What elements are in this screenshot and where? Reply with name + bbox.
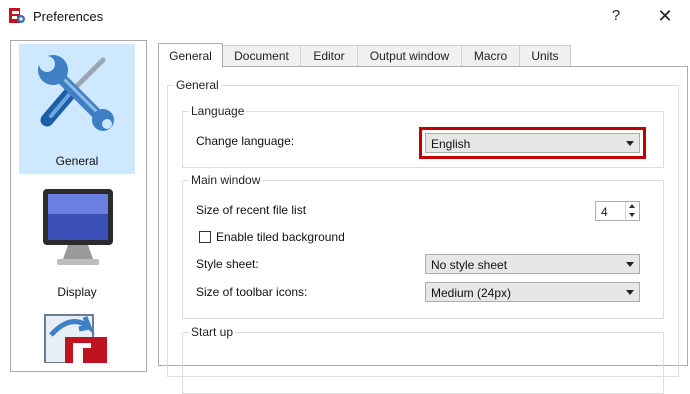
recent-file-list-value: 4	[601, 205, 608, 219]
toolbar-icons-size-select[interactable]: Medium (24px)	[425, 282, 640, 302]
recent-file-list-label: Size of recent file list	[196, 203, 307, 217]
toolbar-icons-size-label: Size of toolbar icons:	[196, 285, 308, 299]
tab-general[interactable]: General	[158, 43, 223, 68]
sidebar-item-label: General	[55, 154, 99, 168]
general-group-title: General	[174, 78, 221, 92]
help-button[interactable]: ?	[604, 4, 628, 28]
tab-output-window[interactable]: Output window	[357, 45, 462, 66]
spin-buttons[interactable]	[625, 202, 639, 220]
chevron-down-icon	[626, 262, 634, 267]
tab-editor[interactable]: Editor	[300, 45, 358, 66]
tools-icon	[38, 55, 114, 131]
tiled-background-checkbox[interactable]	[199, 231, 211, 243]
general-group: General Language Change language: Englis…	[167, 78, 679, 394]
startup-group: Start up	[182, 325, 664, 394]
general-tab-panel: General Language Change language: Englis…	[158, 66, 688, 394]
spin-up-icon[interactable]	[629, 204, 635, 208]
main-window-group-title: Main window	[189, 173, 263, 187]
sidebar-item-label: Display	[57, 285, 97, 299]
recent-file-list-spinbox[interactable]: 4	[595, 201, 640, 221]
tab-document[interactable]: Document	[222, 45, 301, 66]
startup-group-title: Start up	[189, 325, 236, 339]
monitor-icon	[43, 189, 113, 265]
style-sheet-value: No style sheet	[431, 258, 508, 272]
spin-down-icon[interactable]	[629, 213, 635, 217]
sidebar-item-import-export[interactable]	[19, 313, 135, 371]
chevron-down-icon	[626, 290, 634, 295]
language-select-value: English	[431, 137, 471, 151]
category-sidebar: General Display	[10, 40, 147, 372]
close-button[interactable]: ✕	[652, 4, 678, 28]
language-select[interactable]: English	[425, 133, 640, 153]
language-group-title: Language	[189, 104, 247, 118]
tab-units[interactable]: Units	[519, 45, 571, 66]
language-group: Language Change language: English	[182, 104, 664, 168]
style-sheet-label: Style sheet:	[196, 257, 259, 271]
toolbar-icons-size-value: Medium (24px)	[431, 286, 512, 300]
style-sheet-select[interactable]: No style sheet	[425, 254, 640, 274]
window-title: Preferences	[33, 9, 104, 24]
title-bar: Preferences ? ✕	[0, 0, 690, 33]
chevron-down-icon	[626, 141, 634, 146]
sidebar-item-display[interactable]: Display	[19, 179, 135, 309]
freecad-app-icon	[9, 8, 25, 23]
tab-macro[interactable]: Macro	[461, 45, 520, 66]
tiled-background-label: Enable tiled background	[216, 230, 345, 244]
sidebar-item-general[interactable]: General	[19, 44, 135, 174]
change-language-label: Change language:	[196, 134, 295, 148]
main-window-group: Main window Size of recent file list 4 E…	[182, 173, 664, 319]
